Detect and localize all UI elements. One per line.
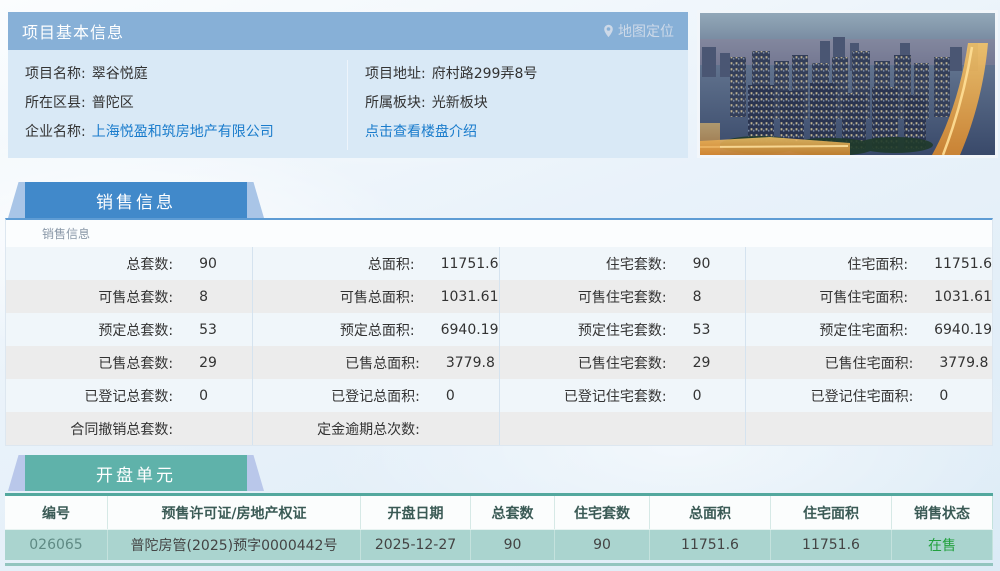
basic-info-right-column: 项目地址: 府村路299弄8号 所属板块: 光新板块 点击查看楼盘介绍 [348, 60, 688, 150]
sales-row: 总套数:90 总面积:11751.6 住宅套数:90 住宅面积:11751.6 [6, 247, 992, 280]
ribbon-right-fold [247, 182, 264, 218]
section-title-opening-units: 开盘单元 [25, 455, 247, 491]
stat-sellable-area: 可售总面积:1031.61 [253, 280, 500, 313]
stat-reserved-res-units: 预定住宅套数:53 [500, 313, 747, 346]
stat-sellable-units: 可售总套数:8 [6, 280, 253, 313]
sales-subtab-bar: 销售信息 [6, 220, 992, 247]
address-field: 项目地址: 府村路299弄8号 [365, 60, 688, 89]
stat-sellable-res-area: 可售住宅面积:1031.61 [746, 280, 992, 313]
sales-row: 合同撤销总套数: 定金逾期总次数: [6, 412, 992, 445]
opening-units-table: 编号 预售许可证/房地产权证 开盘日期 总套数 住宅套数 总面积 住宅面积 销售… [5, 493, 993, 560]
cell-total-area: 11751.6 [650, 530, 771, 560]
district-label: 所在区县: [25, 95, 86, 111]
col-header-id: 编号 [5, 496, 108, 529]
map-pin-icon [603, 24, 614, 38]
stat-residential-units: 住宅套数:90 [500, 247, 747, 280]
district-value: 普陀区 [92, 95, 134, 111]
address-value: 府村路299弄8号 [432, 66, 538, 82]
col-header-residential-units: 住宅套数 [555, 496, 650, 529]
cell-permit: 普陀房管(2025)预字0000442号 [108, 530, 361, 560]
stat-sold-res-area: 已售住宅面积:3779.8 [746, 346, 992, 379]
stat-sold-res-units: 已售住宅套数:29 [500, 346, 747, 379]
developer-field: 企业名称: 上海悦盈和筑房地产有限公司 [25, 118, 347, 147]
stat-reserved-units: 预定总套数:53 [6, 313, 253, 346]
view-intro-link[interactable]: 点击查看楼盘介绍 [365, 124, 477, 140]
cell-id: 026065 [5, 530, 108, 560]
stat-registered-res-area: 已登记住宅面积:0 [746, 379, 992, 412]
section-title-sales-info: 销售信息 [25, 182, 247, 218]
sales-info-panel: 销售信息 总套数:90 总面积:11751.6 住宅套数:90 住宅面积:117… [5, 218, 993, 446]
stat-reserved-area: 预定总面积:6940.19 [253, 313, 500, 346]
stat-sold-area: 已售总面积:3779.8 [253, 346, 500, 379]
basic-info-body: 项目名称: 翠谷悦庭 所在区县: 普陀区 企业名称: 上海悦盈和筑房地产有限公司 项目… [8, 50, 688, 158]
ribbon-left-fold [8, 182, 25, 218]
sales-row: 已售总套数:29 已售总面积:3779.8 已售住宅套数:29 已售住宅面积:3… [6, 346, 992, 379]
cell-open-date: 2025-12-27 [361, 530, 471, 560]
section-title-basic-info: 项目基本信息 [22, 19, 124, 43]
sales-row: 可售总套数:8 可售总面积:1031.61 可售住宅套数:8 可售住宅面积:10… [6, 280, 992, 313]
sales-row: 已登记总套数:0 已登记总面积:0 已登记住宅套数:0 已登记住宅面积:0 [6, 379, 992, 412]
stat-registered-units: 已登记总套数:0 [6, 379, 253, 412]
project-photo [697, 10, 998, 158]
plate-value: 光新板块 [432, 95, 488, 111]
stat-total-area: 总面积:11751.6 [253, 247, 500, 280]
district-field: 所在区县: 普陀区 [25, 89, 347, 118]
sales-row: 预定总套数:53 预定总面积:6940.19 预定住宅套数:53 预定住宅面积:… [6, 313, 992, 346]
address-label: 项目地址: [365, 66, 426, 82]
plate-label: 所属板块: [365, 95, 426, 111]
basic-info-section: 项目基本信息 地图定位 项目名称: 翠谷悦庭 所在区县: 普陀区 企业名称: 上海悦盈… [8, 12, 688, 158]
cell-residential-area: 11751.6 [771, 530, 892, 560]
col-header-sales-status: 销售状态 [892, 496, 993, 529]
stat-sellable-res-units: 可售住宅套数:8 [500, 280, 747, 313]
ribbon-left-fold [8, 455, 25, 491]
stat-cancelled-contracts: 合同撤销总套数: [6, 412, 253, 445]
stat-total-units: 总套数:90 [6, 247, 253, 280]
project-name-field: 项目名称: 翠谷悦庭 [25, 60, 347, 89]
table-header-row: 编号 预售许可证/房地产权证 开盘日期 总套数 住宅套数 总面积 住宅面积 销售… [5, 496, 993, 529]
status-badge: 在售 [892, 530, 993, 560]
project-name-label: 项目名称: [25, 66, 86, 82]
stat-empty-cell [746, 412, 992, 445]
intro-field: 点击查看楼盘介绍 [365, 118, 688, 147]
basic-info-header: 项目基本信息 地图定位 [8, 12, 688, 50]
table-row[interactable]: 026065 普陀房管(2025)预字0000442号 2025-12-27 9… [5, 529, 993, 560]
tab-sales-info[interactable]: 销售信息 [42, 225, 90, 242]
sales-info-ribbon: 销售信息 [8, 182, 270, 218]
cell-total-units: 90 [471, 530, 555, 560]
col-header-total-area: 总面积 [650, 496, 771, 529]
developer-link[interactable]: 上海悦盈和筑房地产有限公司 [92, 124, 274, 140]
ribbon-right-fold [247, 455, 264, 491]
plate-field: 所属板块: 光新板块 [365, 89, 688, 118]
stat-residential-area: 住宅面积:11751.6 [746, 247, 992, 280]
stat-overdue-deposits: 定金逾期总次数: [253, 412, 500, 445]
col-header-total-units: 总套数 [471, 496, 555, 529]
stat-empty-cell [500, 412, 747, 445]
stat-sold-units: 已售总套数:29 [6, 346, 253, 379]
table-divider [5, 563, 993, 566]
stat-reserved-res-area: 预定住宅面积:6940.19 [746, 313, 992, 346]
map-locate-link[interactable]: 地图定位 [603, 21, 674, 41]
cell-residential-units: 90 [555, 530, 650, 560]
stat-registered-res-units: 已登记住宅套数:0 [500, 379, 747, 412]
map-locate-label: 地图定位 [618, 21, 674, 41]
col-header-permit: 预售许可证/房地产权证 [108, 496, 361, 529]
basic-info-left-column: 项目名称: 翠谷悦庭 所在区县: 普陀区 企业名称: 上海悦盈和筑房地产有限公司 [8, 60, 348, 150]
stat-registered-area: 已登记总面积:0 [253, 379, 500, 412]
col-header-residential-area: 住宅面积 [771, 496, 892, 529]
project-name-value: 翠谷悦庭 [92, 66, 148, 82]
col-header-open-date: 开盘日期 [361, 496, 471, 529]
developer-label: 企业名称: [25, 124, 86, 140]
opening-units-ribbon: 开盘单元 [8, 455, 270, 491]
